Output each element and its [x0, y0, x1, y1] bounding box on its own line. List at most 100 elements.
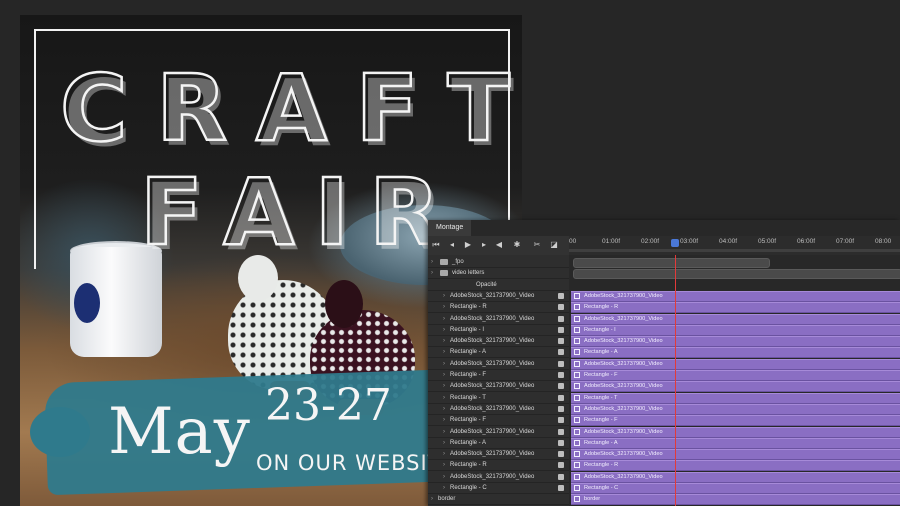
- layer-row[interactable]: Opacité: [428, 280, 569, 291]
- timeline-clip[interactable]: Rectangle - T: [571, 392, 900, 404]
- media-options-icon[interactable]: [558, 315, 564, 322]
- play-icon[interactable]: ▶: [463, 240, 473, 250]
- layer-row[interactable]: › AdobeStock_321737900_Video: [428, 336, 569, 348]
- expand-chevron-icon[interactable]: ›: [443, 404, 445, 415]
- timeline-clip[interactable]: AdobeStock_321737900_Video: [571, 471, 900, 483]
- expand-chevron-icon[interactable]: ›: [443, 427, 445, 438]
- audio-icon[interactable]: ◀: [494, 240, 504, 250]
- timeline-clip[interactable]: AdobeStock_321737900_Video: [571, 426, 900, 438]
- media-options-icon[interactable]: [558, 394, 564, 401]
- media-options-icon[interactable]: [558, 451, 564, 458]
- layer-row[interactable]: › AdobeStock_321737900_Video: [428, 427, 569, 438]
- layer-row[interactable]: › Rectangle - C: [428, 483, 569, 494]
- clip-label: AdobeStock_321737900_Video: [584, 473, 663, 480]
- timeline-clip[interactable]: Rectangle - F: [571, 415, 900, 427]
- layer-row[interactable]: › AdobeStock_321737900_Video: [428, 449, 569, 461]
- timeline-clip[interactable]: AdobeStock_321737900_Video: [571, 449, 900, 461]
- expand-chevron-icon[interactable]: ›: [431, 268, 433, 279]
- layer-row[interactable]: › Rectangle - T: [428, 393, 569, 404]
- split-icon[interactable]: ✂: [532, 240, 542, 250]
- layer-row[interactable]: › AdobeStock_321737900_Video: [428, 381, 569, 393]
- media-options-icon[interactable]: [558, 428, 564, 435]
- layer-row[interactable]: › Rectangle - I: [428, 325, 569, 336]
- settings-icon[interactable]: ✱: [512, 240, 522, 250]
- go-to-start-icon[interactable]: ⏮: [431, 240, 441, 250]
- playhead-handle[interactable]: [671, 239, 679, 247]
- step-back-icon[interactable]: ◂: [447, 240, 457, 250]
- layer-row[interactable]: › AdobeStock_321737900_Video: [428, 359, 569, 370]
- expand-chevron-icon[interactable]: ›: [443, 314, 445, 325]
- work-area-bar[interactable]: [569, 249, 900, 252]
- timeline-clip[interactable]: AdobeStock_321737900_Video: [571, 403, 900, 415]
- expand-chevron-icon[interactable]: ›: [443, 302, 445, 313]
- timeline-clip[interactable]: AdobeStock_321737900_Video: [571, 358, 900, 370]
- layer-row[interactable]: › AdobeStock_321737900_Video: [428, 291, 569, 302]
- expand-chevron-icon[interactable]: ›: [443, 381, 445, 392]
- title-letter: I: [313, 159, 350, 266]
- timeline-clip[interactable]: AdobeStock_321737900_Video: [571, 381, 900, 393]
- media-options-icon[interactable]: [558, 372, 564, 378]
- step-forward-icon[interactable]: ▸: [479, 240, 489, 250]
- layer-row[interactable]: › Rectangle - A: [428, 347, 569, 359]
- expand-chevron-icon[interactable]: ›: [443, 449, 445, 460]
- timeline-clip[interactable]: AdobeStock_321737900_Video: [571, 313, 900, 325]
- timeline-clip[interactable]: Rectangle - R: [571, 302, 900, 314]
- layer-row[interactable]: › Rectangle - R: [428, 302, 569, 314]
- expand-chevron-icon[interactable]: ›: [443, 359, 445, 370]
- expand-chevron-icon[interactable]: ›: [443, 370, 445, 381]
- layer-row[interactable]: › AdobeStock_321737900_Video: [428, 314, 569, 325]
- expand-chevron-icon[interactable]: ›: [443, 472, 445, 483]
- media-options-icon[interactable]: [558, 304, 564, 311]
- layer-row[interactable]: › _fpo: [428, 257, 569, 268]
- expand-chevron-icon[interactable]: ›: [431, 494, 433, 505]
- layer-row[interactable]: › Rectangle - F: [428, 415, 569, 427]
- timeline-clip[interactable]: Rectangle - A: [571, 347, 900, 359]
- media-options-icon[interactable]: [558, 326, 564, 333]
- media-options-icon[interactable]: [558, 485, 564, 491]
- timeline-clip[interactable]: border: [571, 494, 900, 506]
- timeline-ruler[interactable]: 00 01:00f 02:00f 03:00f 04:00f 05:00f 06…: [569, 236, 900, 255]
- layer-row[interactable]: › video letters: [428, 268, 569, 280]
- layer-row[interactable]: › Rectangle - F: [428, 370, 569, 381]
- media-options-icon[interactable]: [558, 473, 564, 480]
- media-options-icon[interactable]: [558, 417, 564, 424]
- timeline-clip[interactable]: AdobeStock_321737900_Video: [571, 336, 900, 348]
- media-options-icon[interactable]: [558, 360, 564, 367]
- expand-chevron-icon[interactable]: ›: [443, 415, 445, 426]
- transition-icon[interactable]: ◪: [549, 240, 559, 250]
- media-options-icon[interactable]: [558, 439, 564, 446]
- expand-chevron-icon[interactable]: ›: [443, 325, 445, 336]
- media-options-icon[interactable]: [558, 338, 564, 345]
- tab-montage[interactable]: Montage: [428, 220, 472, 236]
- group-track-bar[interactable]: [573, 269, 900, 280]
- expand-chevron-icon[interactable]: ›: [443, 336, 445, 347]
- timeline-clip[interactable]: Rectangle - F: [571, 370, 900, 381]
- layer-row[interactable]: › AdobeStock_321737900_Video: [428, 472, 569, 483]
- expand-chevron-icon[interactable]: ›: [443, 460, 445, 471]
- frame-top: [34, 29, 510, 31]
- layer-row[interactable]: › AdobeStock_321737900_Video: [428, 404, 569, 415]
- layer-row[interactable]: › border: [428, 494, 569, 506]
- timeline-toolbar: ⏮ ◂ ▶ ▸ ◀ ✱ ✂ ◪: [428, 236, 569, 255]
- playhead-line[interactable]: [675, 255, 676, 506]
- timeline-clip[interactable]: Rectangle - C: [571, 483, 900, 494]
- timeline-clip[interactable]: AdobeStock_321737900_Video: [571, 290, 900, 302]
- timeline-clip[interactable]: Rectangle - R: [571, 460, 900, 472]
- expand-chevron-icon[interactable]: ›: [431, 257, 433, 268]
- expand-chevron-icon[interactable]: ›: [443, 347, 445, 358]
- expand-chevron-icon[interactable]: ›: [443, 483, 445, 494]
- expand-chevron-icon[interactable]: ›: [443, 438, 445, 449]
- layer-row[interactable]: › Rectangle - A: [428, 438, 569, 449]
- media-options-icon[interactable]: [558, 292, 564, 299]
- timeline-clip[interactable]: Rectangle - A: [571, 437, 900, 449]
- timeline-clip[interactable]: Rectangle - I: [571, 324, 900, 336]
- media-options-icon[interactable]: [558, 462, 564, 469]
- media-options-icon[interactable]: [558, 349, 564, 356]
- expand-chevron-icon[interactable]: ›: [443, 291, 445, 302]
- media-options-icon[interactable]: [558, 383, 564, 390]
- frame-left: [34, 29, 36, 269]
- layer-row[interactable]: › Rectangle - R: [428, 460, 569, 472]
- expand-chevron-icon[interactable]: ›: [443, 393, 445, 404]
- group-track-bar[interactable]: [573, 258, 770, 268]
- media-options-icon[interactable]: [558, 405, 564, 412]
